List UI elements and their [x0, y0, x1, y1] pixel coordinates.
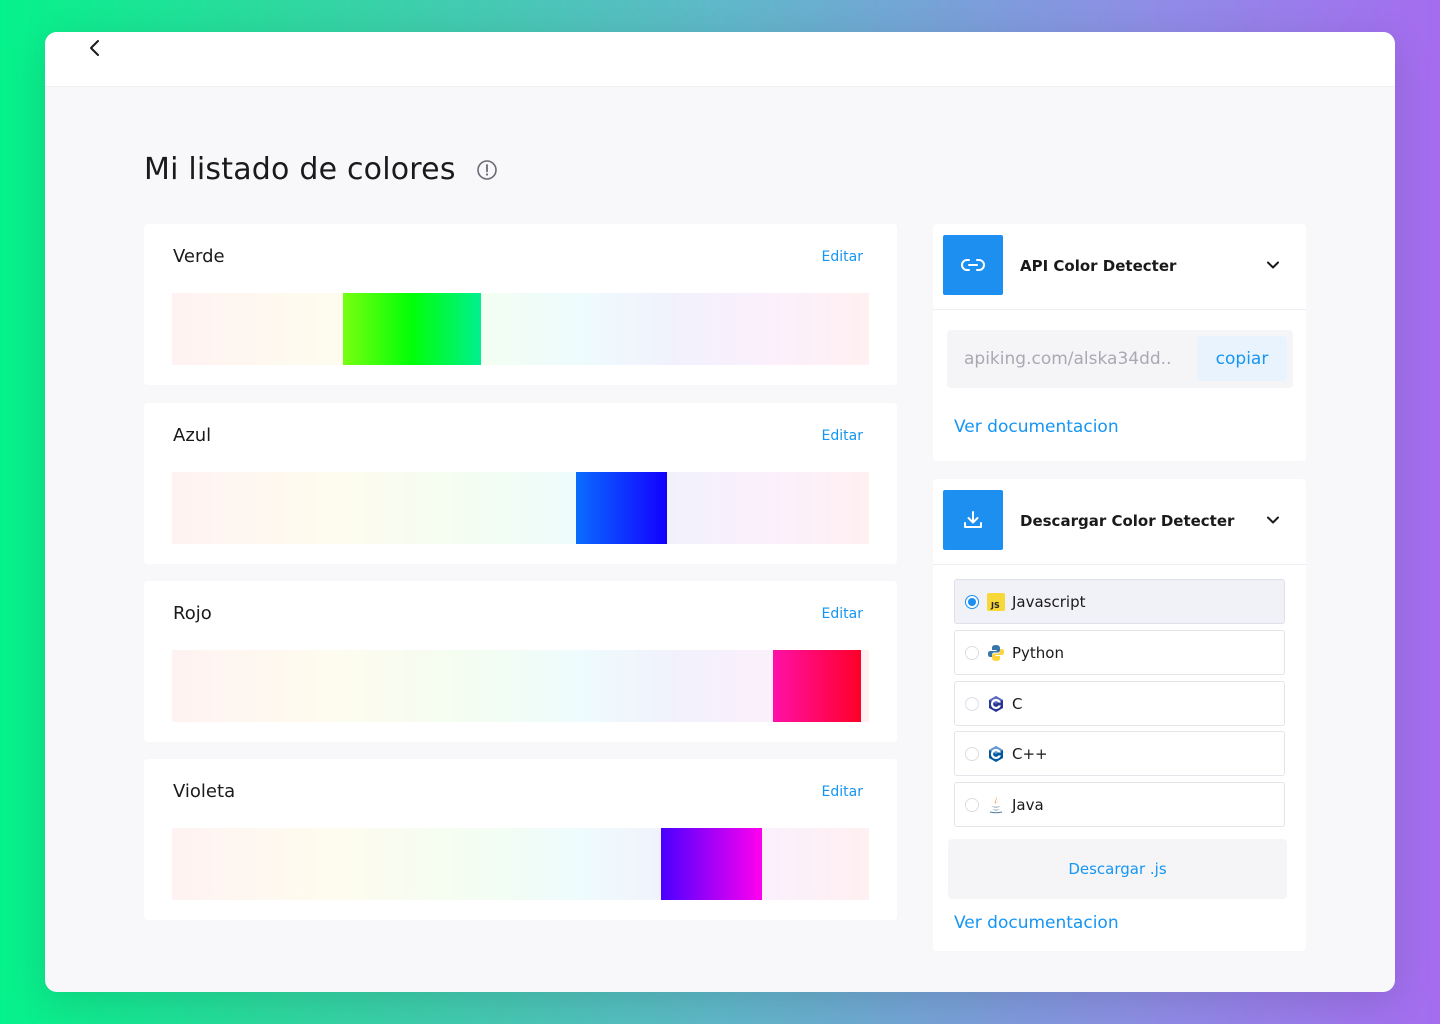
color-swatch[interactable]	[575, 472, 667, 544]
top-bar	[45, 32, 1395, 86]
language-label: Javascript	[1012, 592, 1086, 611]
download-icon	[964, 511, 982, 528]
language-option-cpp[interactable]: C++	[954, 731, 1285, 776]
radio-button[interactable]	[965, 797, 979, 812]
edit-button[interactable]: Editar	[822, 249, 863, 265]
color-card-verde: Verde Editar	[144, 224, 897, 385]
edit-button[interactable]: Editar	[822, 784, 863, 800]
language-option-java[interactable]: Java	[954, 782, 1285, 827]
link-icon	[961, 259, 985, 271]
radio-button[interactable]	[965, 645, 979, 660]
api-panel: API Color Detecter apiking.com/alska34dd…	[933, 224, 1306, 461]
chevron-down-icon[interactable]	[1264, 256, 1282, 274]
back-arrow-icon[interactable]	[85, 38, 105, 58]
color-card-rojo: Rojo Editar	[144, 581, 897, 742]
language-option-python[interactable]: Python	[954, 630, 1285, 675]
color-gradient-bar	[172, 828, 869, 900]
radio-button[interactable]	[965, 594, 979, 609]
download-panel: Descargar Color Detecter JS Javascript P…	[933, 479, 1306, 951]
python-icon	[987, 644, 1005, 662]
download-button[interactable]: Descargar .js	[948, 839, 1287, 899]
edit-button[interactable]: Editar	[822, 428, 863, 444]
language-label: Java	[1012, 795, 1044, 814]
language-label: Python	[1012, 643, 1064, 662]
color-gradient-bar	[172, 293, 869, 365]
color-swatch[interactable]	[772, 650, 861, 722]
c-icon	[987, 695, 1005, 713]
color-gradient-bar	[172, 472, 869, 544]
color-name: Verde	[173, 246, 225, 267]
copy-button[interactable]: copiar	[1197, 336, 1287, 381]
download-documentation-link[interactable]: Ver documentacion	[954, 913, 1119, 933]
color-card-azul: Azul Editar	[144, 403, 897, 564]
java-icon	[987, 796, 1005, 814]
color-card-violeta: Violeta Editar	[144, 759, 897, 920]
download-panel-header[interactable]: Descargar Color Detecter	[933, 479, 1306, 565]
api-panel-title: API Color Detecter	[1020, 257, 1177, 275]
color-swatch[interactable]	[342, 293, 481, 365]
color-name: Rojo	[173, 603, 212, 624]
api-documentation-link[interactable]: Ver documentacion	[954, 417, 1119, 437]
language-option-c[interactable]: C	[954, 681, 1285, 726]
language-label: C	[1012, 694, 1023, 713]
svg-text:JS: JS	[990, 601, 1000, 610]
color-gradient-bar	[172, 650, 869, 722]
javascript-icon: JS	[987, 592, 1005, 611]
color-name: Violeta	[173, 781, 236, 802]
download-panel-title: Descargar Color Detecter	[1020, 512, 1235, 530]
language-option-javascript[interactable]: JS Javascript	[954, 579, 1285, 624]
api-panel-icon-box	[943, 235, 1003, 295]
edit-button[interactable]: Editar	[822, 606, 863, 622]
app-window: Mi listado de colores Verde Editar Azul …	[45, 32, 1395, 992]
api-url-text: apiking.com/alska34dd..	[964, 349, 1172, 369]
download-panel-icon-box	[943, 490, 1003, 550]
page-title: Mi listado de colores	[144, 152, 456, 187]
chevron-down-icon[interactable]	[1264, 511, 1282, 529]
language-label: C++	[1012, 744, 1048, 763]
api-url-field[interactable]: apiking.com/alska34dd.. copiar	[947, 330, 1293, 388]
cpp-icon	[987, 745, 1005, 763]
info-icon[interactable]	[476, 159, 498, 181]
color-swatch[interactable]	[660, 828, 762, 900]
api-panel-header[interactable]: API Color Detecter	[933, 224, 1306, 310]
page-header: Mi listado de colores	[144, 152, 498, 187]
radio-button[interactable]	[965, 746, 979, 761]
color-name: Azul	[173, 425, 212, 446]
radio-button[interactable]	[965, 696, 979, 711]
